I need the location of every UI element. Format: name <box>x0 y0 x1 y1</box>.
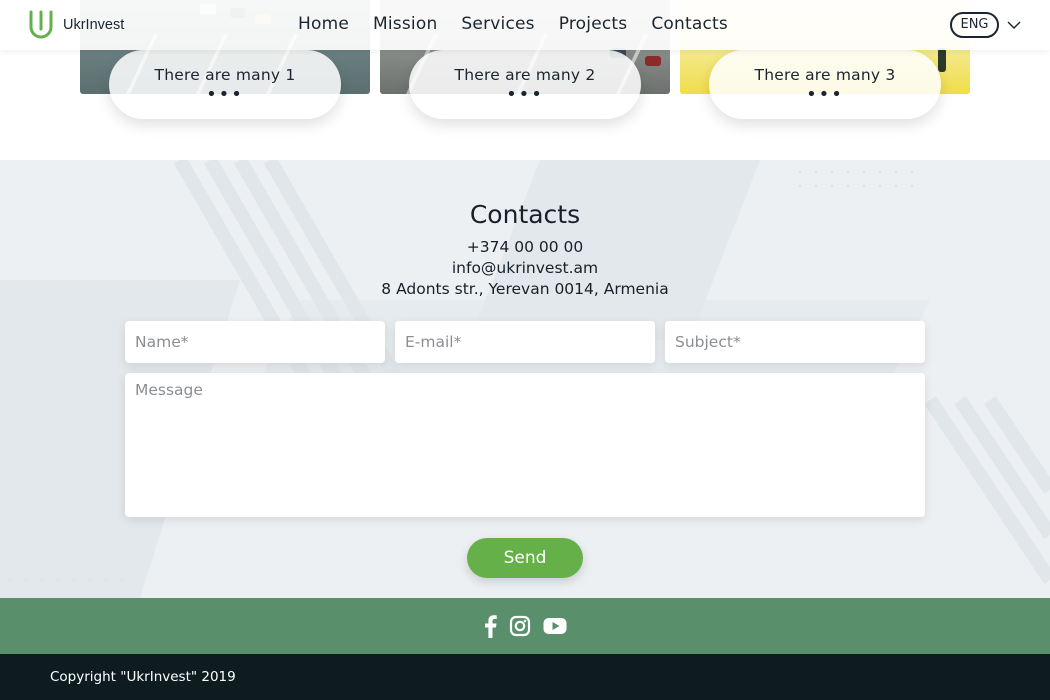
contacts-title: Contacts <box>469 200 581 229</box>
brand-logo[interactable]: UkrInvest <box>28 9 124 41</box>
youtube-icon[interactable] <box>543 614 567 638</box>
nav-item-mission[interactable]: Mission <box>373 14 437 34</box>
nav-item-contacts[interactable]: Contacts <box>651 14 728 34</box>
project-card-title: There are many 1 <box>154 66 296 84</box>
more-dots-icon[interactable]: ••• <box>109 86 341 104</box>
language-selector[interactable]: ENG <box>950 12 1021 38</box>
instagram-icon[interactable] <box>509 614 531 638</box>
project-card-caption-2[interactable]: There are many 2 ••• <box>409 50 641 119</box>
project-card-title: There are many 2 <box>454 66 596 84</box>
nav-item-projects[interactable]: Projects <box>559 14 628 34</box>
main-nav: Home Mission Services Projects Contacts <box>298 14 752 34</box>
project-card-title: There are many 3 <box>754 66 896 84</box>
contact-address: 8 Adonts str., Yerevan 0014, Armenia <box>381 280 669 298</box>
copyright-text: Copyright "UkrInvest" 2019 <box>50 669 236 685</box>
ukrinvest-logo-icon <box>29 10 53 39</box>
message-field[interactable] <box>125 373 925 517</box>
subject-field[interactable] <box>665 321 925 363</box>
nav-item-services[interactable]: Services <box>461 14 534 34</box>
social-bar <box>0 598 1050 654</box>
email-field[interactable] <box>395 321 655 363</box>
name-field[interactable] <box>125 321 385 363</box>
send-button[interactable]: Send <box>467 538 583 578</box>
more-dots-icon[interactable]: ••• <box>709 86 941 104</box>
brand-name: UkrInvest <box>63 17 125 33</box>
site-header: UkrInvest Home Mission Services Projects… <box>0 0 1050 50</box>
site-footer: Copyright "UkrInvest" 2019 <box>0 654 1050 700</box>
contact-email[interactable]: info@ukrinvest.am <box>0 259 1050 277</box>
more-dots-icon[interactable]: ••• <box>409 86 641 104</box>
nav-item-home[interactable]: Home <box>298 14 349 34</box>
chevron-down-icon <box>1007 21 1021 29</box>
contact-phone[interactable]: +374 00 00 00 <box>0 238 1050 256</box>
facebook-icon[interactable] <box>482 614 498 638</box>
contacts-section: Contacts +374 00 00 00 info@ukrinvest.am… <box>0 160 1050 598</box>
project-card-caption-1[interactable]: There are many 1 ••• <box>109 50 341 119</box>
project-card-caption-3[interactable]: There are many 3 ••• <box>709 50 941 119</box>
language-code: ENG <box>950 12 999 38</box>
